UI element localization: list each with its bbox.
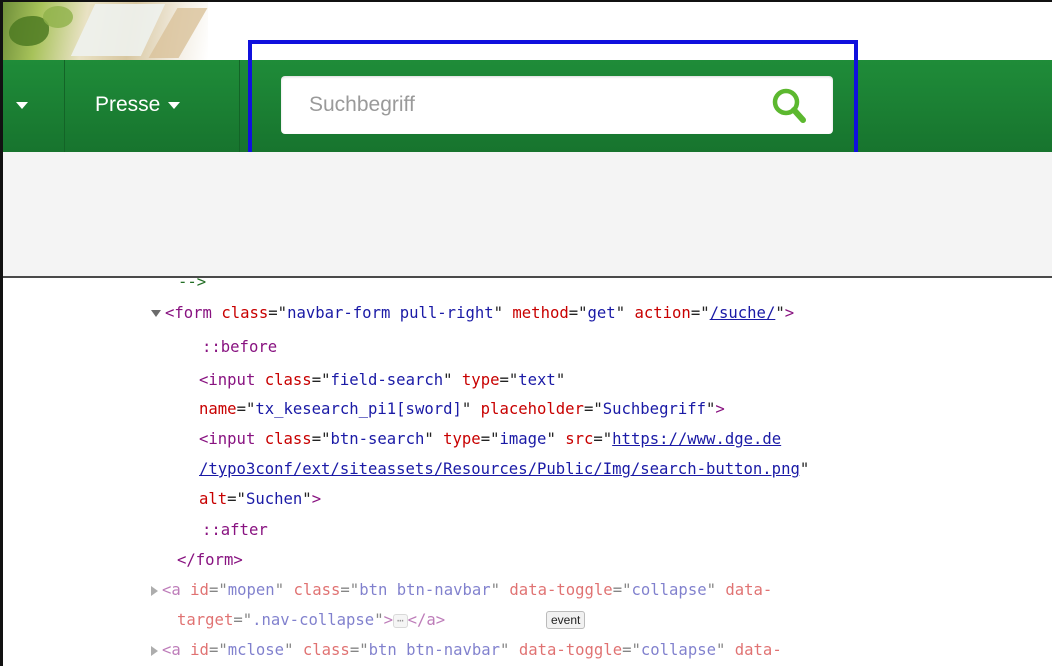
event-badge[interactable]: event <box>546 611 586 629</box>
dom-pseudo-before[interactable]: ::before <box>202 337 277 357</box>
dom-comment-end: --> <box>178 273 207 291</box>
main-navbar: Presse <box>3 60 1052 152</box>
dom-node-form-close[interactable]: </form> <box>177 550 243 570</box>
collapse-triangle-icon[interactable] <box>151 645 158 656</box>
ellipsis-icon[interactable]: ⋯ <box>392 613 408 628</box>
dom-node-anchor-mclose[interactable]: <a id="mclose" class="btn btn-navbar" da… <box>151 640 782 660</box>
nav-item-presse-label: Presse <box>95 93 161 116</box>
nav-divider <box>64 60 65 152</box>
banner-image <box>3 2 208 60</box>
dom-node-input-button[interactable]: <input class="btn-search" type="image" s… <box>199 429 781 449</box>
search-icon <box>772 88 806 123</box>
devtools-elements-panel: --> <form class="navbar-form pull-right"… <box>3 273 1052 666</box>
header-banner <box>3 2 1052 60</box>
form-action-link[interactable]: /suche/ <box>710 304 776 322</box>
dom-node-input-button-cont[interactable]: /typo3conf/ext/siteassets/Resources/Publ… <box>199 459 809 479</box>
src-link-cont[interactable]: /typo3conf/ext/siteassets/Resources/Publ… <box>199 460 800 478</box>
search-input[interactable] <box>281 76 761 134</box>
nav-item-presse[interactable]: Presse <box>95 90 181 120</box>
nav-divider <box>239 60 240 152</box>
expand-triangle-icon[interactable] <box>151 310 161 317</box>
collapse-triangle-icon[interactable] <box>151 585 158 596</box>
dom-node-input-button-alt[interactable]: alt="Suchen"> <box>199 489 321 509</box>
dom-node-anchor-mopen-cont[interactable]: target=".nav-collapse"> ⋯ </a> <box>177 610 445 630</box>
dom-node-form[interactable]: <form class="navbar-form pull-right" met… <box>151 303 794 323</box>
search-button[interactable] <box>769 86 809 126</box>
dom-node-input-search-cont[interactable]: name="tx_kesearch_pi1[sword]" placeholde… <box>199 399 725 419</box>
dom-node-input-search[interactable]: <input class="field-search" type="text" <box>199 370 565 390</box>
src-link[interactable]: https://www.dge.de <box>612 430 781 448</box>
dom-node-anchor-mopen[interactable]: <a id="mopen" class="btn btn-navbar" dat… <box>151 580 772 600</box>
chevron-down-icon[interactable] <box>16 102 28 109</box>
search-form <box>281 76 833 134</box>
dom-pseudo-after[interactable]: ::after <box>202 520 268 540</box>
chevron-down-icon <box>168 101 181 109</box>
content-area <box>3 152 1052 276</box>
